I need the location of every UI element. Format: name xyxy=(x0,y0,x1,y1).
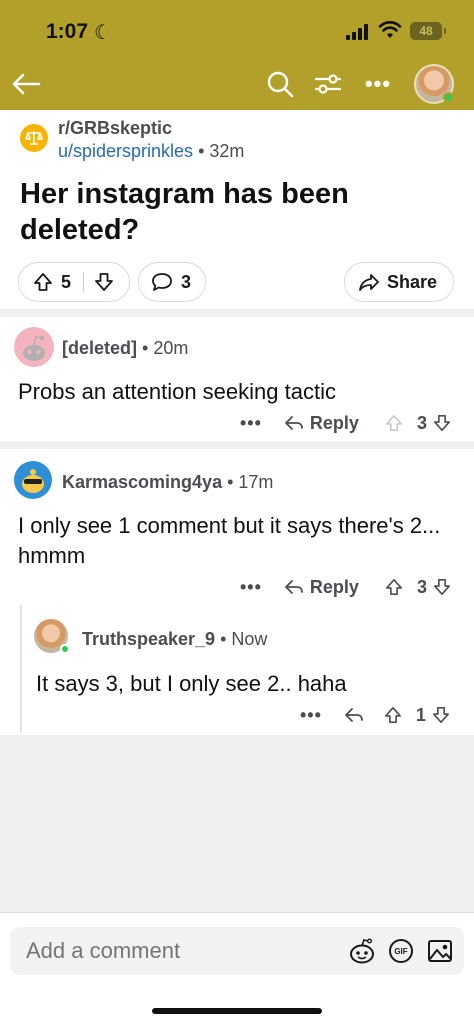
status-bar: 1:07 ☾ 48 xyxy=(0,18,474,48)
subreddit-name[interactable]: r/GRBskeptic xyxy=(58,118,172,139)
comment: Truthspeaker_9 • Now It says 3, but I on… xyxy=(0,605,474,733)
share-arrow-icon xyxy=(359,273,379,291)
status-time: 1:07 xyxy=(46,20,89,43)
post-meta: u/spidersprinkles • 32m xyxy=(58,141,245,161)
comment-count: 3 xyxy=(181,271,192,292)
post-actions: 5 3 Share xyxy=(0,262,474,302)
reply-icon xyxy=(285,580,303,594)
comment-time: 17m xyxy=(238,472,274,492)
wifi-icon xyxy=(378,20,402,40)
gif-icon[interactable]: GIF xyxy=(388,937,414,965)
post-toolbar: ••• xyxy=(0,62,474,106)
upvote-icon[interactable] xyxy=(385,578,403,596)
comment-actions: ••• 1 xyxy=(300,701,460,729)
comment-score: 1 xyxy=(415,704,426,725)
downvote-icon[interactable] xyxy=(433,414,451,432)
comment-time: Now xyxy=(231,629,268,649)
upvote-icon[interactable] xyxy=(384,706,402,724)
image-icon[interactable] xyxy=(426,937,454,965)
reply-icon xyxy=(285,416,303,430)
post-time: 32m xyxy=(209,141,245,161)
reply-label: Reply xyxy=(309,412,359,433)
upvote-icon[interactable] xyxy=(385,414,403,432)
vote-control: 5 xyxy=(18,262,130,302)
comment-bubble-icon xyxy=(151,272,173,292)
post-title: Her instagram has been deleted? xyxy=(20,178,349,246)
sort-filter-icon[interactable] xyxy=(308,62,348,106)
battery-indicator: 48 xyxy=(410,22,446,40)
back-arrow-icon[interactable] xyxy=(6,62,46,106)
comment: [deleted] • 20m Probs an attention seeki… xyxy=(0,317,474,441)
search-icon[interactable] xyxy=(260,62,300,106)
avatar xyxy=(34,619,70,654)
downvote-icon[interactable] xyxy=(432,706,450,724)
comment-author: Karmascoming4ya xyxy=(62,472,223,492)
comment-body: I only see 1 comment but it says there's… xyxy=(18,513,441,568)
reply-button[interactable]: Reply xyxy=(284,577,359,598)
comments-button[interactable]: 3 xyxy=(138,262,206,302)
more-icon[interactable]: ••• xyxy=(358,62,398,106)
avatar xyxy=(414,64,454,104)
comment-score: 3 xyxy=(416,412,427,433)
comment: Karmascoming4ya • 17m I only see 1 comme… xyxy=(0,449,474,605)
downvote-icon[interactable] xyxy=(433,578,451,596)
comment-author-line: Truthspeaker_9 • Now xyxy=(82,629,268,649)
top-app-bar: 1:07 ☾ 48 ••• xyxy=(0,0,474,110)
post-author[interactable]: u/spidersprinkles xyxy=(58,141,193,161)
online-indicator xyxy=(443,92,454,103)
signal-icon xyxy=(346,24,370,40)
comment-body: Probs an attention seeking tactic xyxy=(18,379,336,404)
comment-author: Truthspeaker_9 xyxy=(82,629,216,649)
comment-more-icon[interactable]: ••• xyxy=(300,705,322,726)
deleted-user-avatar xyxy=(14,327,54,367)
focus-moon-icon: ☾ xyxy=(94,22,112,44)
section-divider xyxy=(0,441,474,449)
share-label: Share xyxy=(387,271,438,292)
upvote-icon[interactable] xyxy=(33,272,53,292)
share-button[interactable]: Share xyxy=(344,262,454,302)
downvote-icon[interactable] xyxy=(94,272,114,292)
online-indicator xyxy=(60,644,70,654)
comment-time: 20m xyxy=(153,338,189,358)
comment-body: It says 3, but I only see 2.. haha xyxy=(36,671,347,696)
comment-author-line: [deleted] • 20m xyxy=(62,338,189,358)
comment-actions: ••• Reply 3 xyxy=(240,409,456,437)
comment-author: [deleted] xyxy=(62,338,138,358)
comment-actions: ••• Reply 3 xyxy=(240,573,456,601)
comment-score: 3 xyxy=(416,576,427,597)
snoo-icon[interactable] xyxy=(346,937,378,965)
gif-label: GIF xyxy=(389,939,413,963)
empty-area xyxy=(0,735,474,915)
user-avatar[interactable] xyxy=(412,62,456,106)
subreddit-scale-icon[interactable] xyxy=(20,124,48,152)
section-divider xyxy=(0,309,474,317)
comment-more-icon[interactable]: ••• xyxy=(240,577,262,598)
snoo-avatar xyxy=(14,461,52,499)
reply-icon[interactable] xyxy=(344,707,364,723)
comment-author-line: Karmascoming4ya • 17m xyxy=(62,472,274,492)
reply-label: Reply xyxy=(309,576,359,597)
home-indicator[interactable] xyxy=(152,1008,322,1014)
vote-count: 5 xyxy=(61,271,72,292)
reply-button[interactable]: Reply xyxy=(284,413,359,434)
comment-more-icon[interactable]: ••• xyxy=(240,413,262,434)
